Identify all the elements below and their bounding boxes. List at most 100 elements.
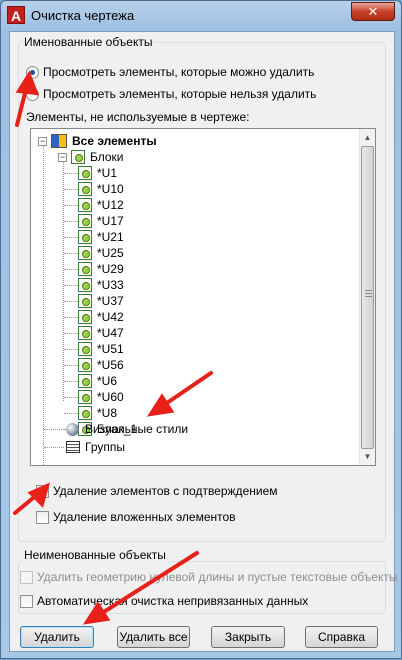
dialog-body: Именованные объекты Просмотреть элементы…	[9, 31, 397, 652]
tree-guide-line	[64, 381, 78, 382]
tree-node-block[interactable]: *U60	[78, 389, 124, 405]
tree-node-label: *U33	[97, 278, 124, 292]
radio-nonpurgeable-button[interactable]	[26, 87, 39, 101]
block-icon	[78, 390, 92, 404]
tree-node-block[interactable]: *U21	[78, 229, 124, 245]
title-bar[interactable]: A Очистка чертежа ✕	[1, 1, 401, 31]
tree-content: − Все элементы − Блоки *U1 *U10 *U12 *U17 *U…	[31, 129, 361, 465]
unused-items-tree[interactable]: − Все элементы − Блоки *U1 *U10 *U12 *U17 *U…	[30, 128, 376, 466]
tree-guide-line	[64, 269, 78, 270]
tree-node-label: *U8	[97, 406, 118, 420]
tree-node-block[interactable]: *U42	[78, 309, 124, 325]
tree-node-groups[interactable]: Группы	[66, 439, 125, 455]
purge-nested-checkbox[interactable]: Удаление вложенных элементов	[36, 509, 236, 525]
tree-node-block[interactable]: *U12	[78, 197, 124, 213]
confirm-purge-checkbox[interactable]: ✓ Удаление элементов с подтверждением	[36, 483, 278, 499]
tree-guide-line	[64, 317, 78, 318]
unnamed-objects-legend: Неименованные объекты	[22, 548, 168, 562]
close-button[interactable]: Закрыть	[211, 626, 285, 648]
block-icon	[78, 262, 92, 276]
scroll-up-arrow-icon[interactable]: ▲	[360, 129, 375, 146]
tree-node-label: *U17	[97, 214, 124, 228]
radio-purgeable-label: Просмотреть элементы, которые можно удал…	[43, 65, 315, 79]
purge-nested-label: Удаление вложенных элементов	[53, 510, 236, 524]
scroll-down-arrow-icon[interactable]: ▼	[360, 448, 375, 465]
tree-guide-line	[64, 237, 78, 238]
tree-node-label: *U42	[97, 310, 124, 324]
tree-guide-line	[64, 285, 78, 286]
purge-nested-check[interactable]	[36, 510, 49, 524]
tree-guide-line	[64, 205, 78, 206]
tree-node-label: Визуальные стили	[85, 422, 189, 436]
scrollbar-thumb[interactable]	[361, 146, 374, 449]
tree-node-label: *U6	[97, 374, 118, 388]
block-icon	[78, 358, 92, 372]
tree-node-block[interactable]: *U33	[78, 277, 124, 293]
confirm-purge-label: Удаление элементов с подтверждением	[53, 484, 278, 498]
tree-node-block[interactable]: *U56	[78, 357, 124, 373]
expander-icon[interactable]: −	[58, 152, 67, 162]
tree-node-block[interactable]: *U10	[78, 181, 124, 197]
block-icon	[78, 374, 92, 388]
all-items-icon	[51, 134, 67, 148]
tree-guide-line	[44, 447, 64, 448]
confirm-purge-check[interactable]: ✓	[36, 484, 49, 498]
tree-node-label: Блоки	[90, 150, 124, 164]
radio-view-nonpurgeable[interactable]: Просмотреть элементы, которые нельзя уда…	[26, 86, 316, 102]
block-icon	[78, 230, 92, 244]
tree-scrollbar[interactable]: ▲ ▼	[359, 129, 375, 465]
tree-node-block[interactable]: *U29	[78, 261, 124, 277]
block-icon	[78, 310, 92, 324]
tree-node-label: *U51	[97, 342, 124, 356]
tree-node-block[interactable]: *U51	[78, 341, 124, 357]
tree-node-label: *U25	[97, 246, 124, 260]
tree-guide-line	[64, 221, 78, 222]
tree-caption: Элементы, не используемые в чертеже:	[26, 110, 250, 124]
zero-length-label: Удалить геометрию нулевой длины и пустые…	[37, 570, 398, 584]
tree-node-blocks[interactable]: − Блоки	[58, 149, 124, 165]
block-icon	[78, 406, 92, 420]
tree-guide-line	[64, 397, 78, 398]
purge-dialog-window: A Очистка чертежа ✕ Именованные объекты …	[0, 0, 402, 659]
tree-node-block[interactable]: *U25	[78, 245, 124, 261]
tree-node-label: Все элементы	[72, 134, 157, 148]
block-icon	[78, 246, 92, 260]
tree-node-block[interactable]: *U8	[78, 405, 117, 421]
block-icon	[78, 214, 92, 228]
tree-guide-line	[64, 173, 78, 174]
block-icon	[78, 342, 92, 356]
tree-node-label: *U1	[97, 166, 118, 180]
tree-node-block[interactable]: *U1	[78, 165, 117, 181]
help-button[interactable]: Справка	[305, 626, 378, 648]
tree-node-block[interactable]: *U17	[78, 213, 124, 229]
tree-node-label: *U29	[97, 262, 124, 276]
zero-length-check[interactable]	[20, 570, 33, 584]
sphere-icon	[66, 422, 79, 436]
tree-node-block[interactable]: *U37	[78, 293, 124, 309]
autocad-app-icon: A	[7, 6, 25, 24]
blocks-category-icon	[71, 150, 85, 164]
radio-view-purgeable[interactable]: Просмотреть элементы, которые можно удал…	[26, 64, 314, 80]
tree-guide-line	[44, 429, 64, 430]
block-icon	[78, 198, 92, 212]
tree-node-label: *U56	[97, 358, 124, 372]
named-objects-legend: Именованные объекты	[22, 35, 155, 49]
tree-node-visual-styles[interactable]: Визуальные стили	[66, 421, 188, 437]
tree-node-block[interactable]: *U47	[78, 325, 124, 341]
tree-guide-line	[64, 413, 78, 414]
orphan-data-check[interactable]	[20, 594, 33, 608]
tree-node-label: *U10	[97, 182, 124, 196]
purge-button[interactable]: Удалить	[20, 626, 94, 648]
tree-node-block[interactable]: *U6	[78, 373, 117, 389]
tree-node-label: *U21	[97, 230, 124, 244]
tree-node-all[interactable]: − Все элементы	[38, 133, 157, 149]
zero-length-checkbox[interactable]: Удалить геометрию нулевой длины и пустые…	[20, 569, 397, 585]
purge-all-button[interactable]: Удалить все	[117, 626, 190, 648]
orphan-data-checkbox[interactable]: Автоматическая очистка непривязанных дан…	[20, 593, 308, 609]
close-window-button[interactable]: ✕	[351, 2, 395, 21]
orphan-data-label: Автоматическая очистка непривязанных дан…	[37, 594, 309, 608]
radio-purgeable-button[interactable]	[26, 65, 39, 79]
expander-icon[interactable]: −	[38, 136, 47, 146]
tree-guide-line	[64, 365, 78, 366]
scrollbar-grip-icon	[365, 290, 372, 297]
